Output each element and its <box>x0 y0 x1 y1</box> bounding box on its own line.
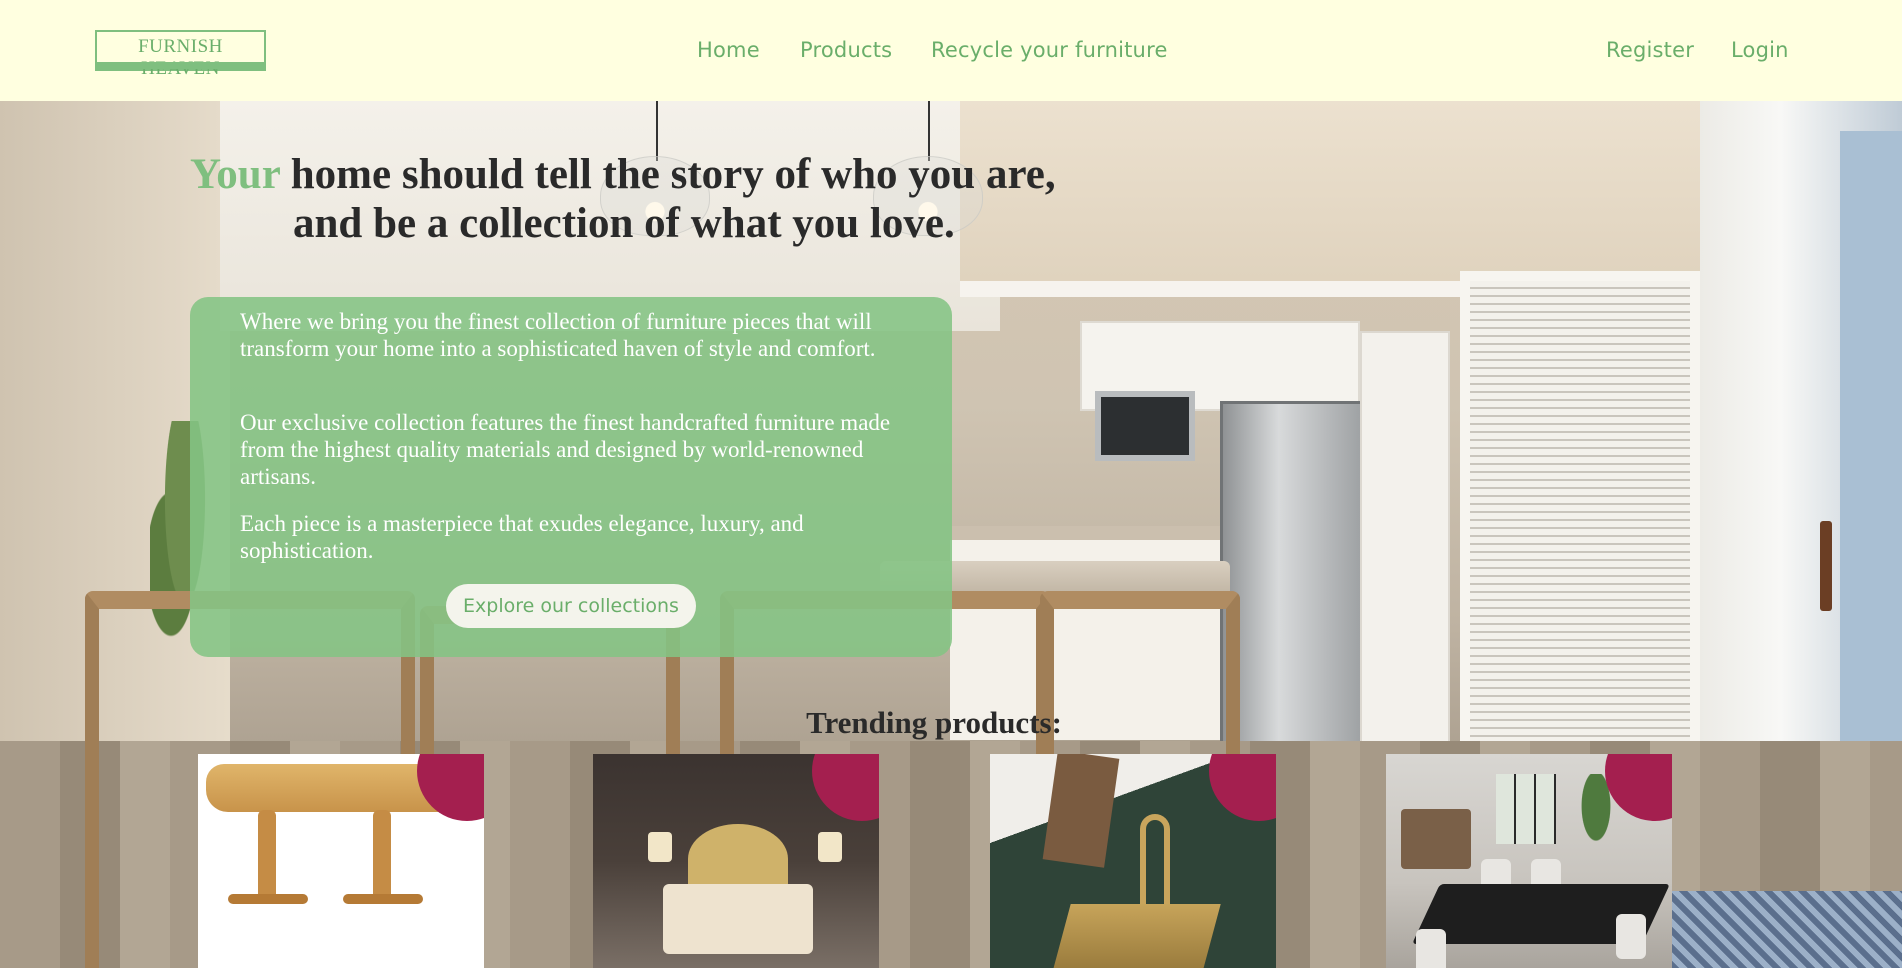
trending-title: Trending products: <box>806 705 1062 740</box>
intro-paragraph-2: Our exclusive collection features the fi… <box>240 410 891 489</box>
site-header: FURNISH HEAVEN Home Products Recycle you… <box>0 0 1902 101</box>
product-card[interactable]: ↗ <box>1386 754 1672 968</box>
bed-body <box>663 884 813 954</box>
logo-text: FURNISH HEAVEN <box>138 36 223 79</box>
sideboard <box>1401 809 1471 869</box>
headline-accent: Your <box>190 151 281 198</box>
counter <box>950 526 1220 540</box>
headline-line1: home should tell the story of who you ar… <box>280 151 1056 198</box>
bedside-lamp <box>648 832 672 862</box>
product-card[interactable]: ↗ <box>198 754 484 968</box>
dining-chair <box>1616 914 1646 959</box>
door-handle <box>1820 521 1832 611</box>
window <box>1496 774 1556 844</box>
nav-recycle-link[interactable]: Recycle your furniture <box>931 38 1168 62</box>
product-card[interactable]: ↗ <box>990 754 1276 968</box>
microwave <box>1095 391 1195 461</box>
logo-underline <box>97 62 264 69</box>
intro-paragraph-1: Where we bring you the finest collection… <box>240 309 876 361</box>
pantry-cabinet <box>1360 331 1450 751</box>
sink-basin <box>1049 904 1221 968</box>
dining-chair <box>1416 929 1446 968</box>
intro-panel: Where we bring you the finest collection… <box>190 297 952 657</box>
nav-home-link[interactable]: Home <box>697 38 760 62</box>
nav-products-link[interactable]: Products <box>800 38 892 62</box>
logo[interactable]: FURNISH HEAVEN <box>95 30 266 79</box>
table-leg <box>258 810 276 900</box>
headline-line2: and be a collection of what you love. <box>293 200 955 247</box>
table-foot <box>343 894 423 904</box>
hero-headline: Your home should tell the story of who y… <box>190 150 1090 248</box>
table-foot <box>228 894 308 904</box>
shuttered-window <box>1460 271 1700 751</box>
table-leg <box>373 810 391 900</box>
product-card[interactable]: ↗ <box>593 754 879 968</box>
faucet <box>1140 814 1170 914</box>
explore-collections-button[interactable]: Explore our collections <box>446 584 696 628</box>
intro-paragraph-3: Each piece is a masterpiece that exudes … <box>240 511 804 563</box>
login-link[interactable]: Login <box>1731 38 1789 62</box>
bedside-lamp <box>818 832 842 862</box>
register-link[interactable]: Register <box>1606 38 1694 62</box>
cutting-board <box>1042 754 1120 868</box>
